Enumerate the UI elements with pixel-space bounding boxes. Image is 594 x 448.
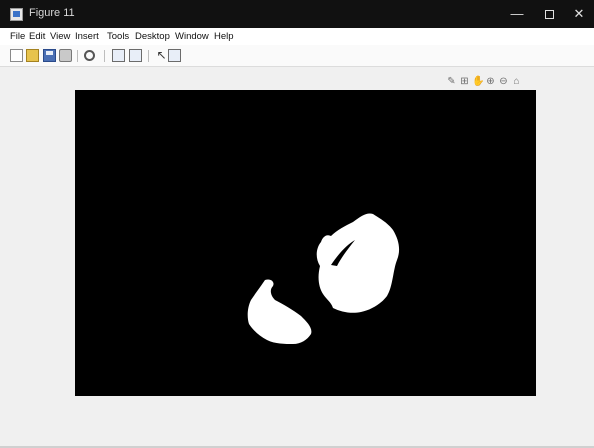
menu-bar: File Edit View Insert Tools Desktop Wind…: [0, 28, 594, 45]
edit-plot-cursor-icon[interactable]: ↖: [155, 49, 168, 62]
maximize-button[interactable]: [533, 0, 565, 28]
binary-image-axes[interactable]: [75, 90, 536, 396]
minimize-button[interactable]: —: [501, 0, 533, 28]
axes-toolbar: ✎ ⊞ ✋ ⊕ ⊖ ⌂: [446, 76, 536, 88]
menu-window[interactable]: Window: [175, 31, 209, 42]
pan-hand-icon[interactable]: ✋: [472, 76, 484, 87]
zoom-out-icon[interactable]: ⊖: [498, 76, 509, 87]
toolbar-separator: [148, 50, 149, 62]
zoom-in-icon[interactable]: ⊕: [485, 76, 496, 87]
link-plot-icon[interactable]: [112, 49, 125, 62]
brush-icon[interactable]: ✎: [446, 76, 457, 87]
new-figure-icon[interactable]: [10, 49, 23, 62]
menu-insert[interactable]: Insert: [75, 31, 99, 42]
save-icon[interactable]: [43, 49, 56, 62]
figure-toolbar: ↖: [0, 45, 594, 67]
zoom-icon[interactable]: [84, 50, 95, 61]
insert-colorbar-icon[interactable]: [129, 49, 142, 62]
toolbar-separator: [77, 50, 78, 62]
maximize-icon: [544, 10, 554, 20]
plot-tools-icon[interactable]: [168, 49, 181, 62]
menu-desktop[interactable]: Desktop: [135, 31, 170, 42]
menu-help[interactable]: Help: [214, 31, 234, 42]
menu-file[interactable]: File: [10, 31, 25, 42]
data-tips-icon[interactable]: ⊞: [459, 76, 470, 87]
menu-view[interactable]: View: [50, 31, 70, 42]
title-bar: Figure 11 — ✕: [0, 0, 594, 28]
close-button[interactable]: ✕: [563, 0, 594, 28]
matlab-figure-icon: [10, 8, 23, 21]
restore-view-icon[interactable]: ⌂: [511, 76, 522, 87]
toolbar-separator: [104, 50, 105, 62]
menu-edit[interactable]: Edit: [29, 31, 45, 42]
binary-mask-image: [75, 90, 536, 396]
print-icon[interactable]: [59, 49, 72, 62]
menu-tools[interactable]: Tools: [107, 31, 129, 42]
open-file-icon[interactable]: [26, 49, 39, 62]
window-title: Figure 11: [29, 7, 75, 19]
